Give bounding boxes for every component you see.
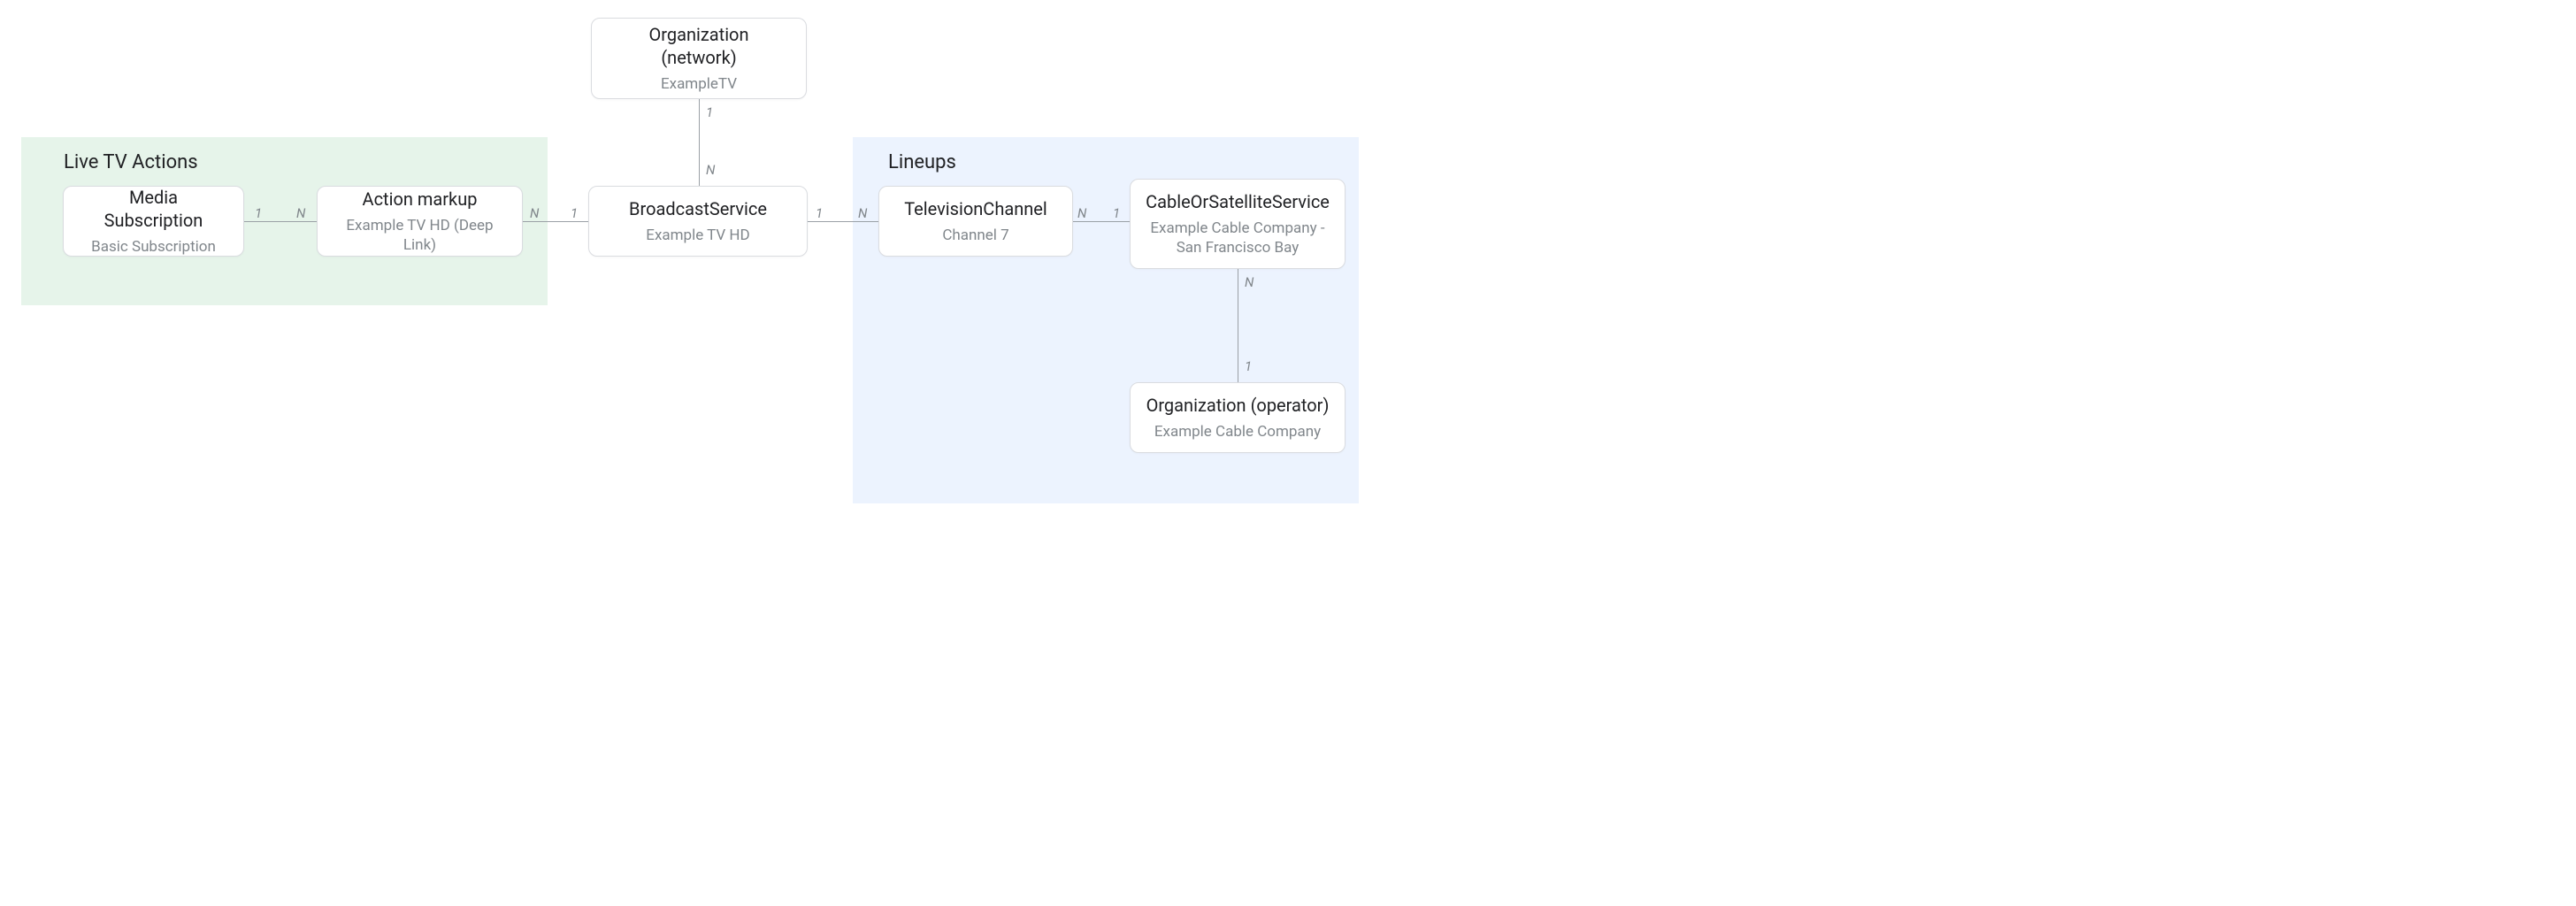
card-broadcast-channel-n: N — [858, 205, 867, 221]
box-sub-media: Basic Subscription — [91, 237, 216, 257]
card-org-broadcast-1: 1 — [706, 104, 713, 120]
box-title-operator: Organization (operator) — [1146, 394, 1330, 417]
box-sub-action: Example TV HD (Deep Link) — [332, 216, 508, 255]
region-title-lineups: Lineups — [888, 151, 956, 173]
box-broadcast-service: BroadcastService Example TV HD — [588, 186, 808, 257]
region-title-live: Live TV Actions — [64, 151, 198, 173]
card-org-broadcast-n: N — [706, 162, 715, 178]
card-action-broadcast-n: N — [530, 205, 539, 221]
card-media-action-1: 1 — [255, 205, 262, 221]
box-title-media: Media Subscription — [78, 186, 229, 232]
box-action-markup: Action markup Example TV HD (Deep Link) — [317, 186, 523, 257]
card-broadcast-channel-1: 1 — [816, 205, 823, 221]
card-action-broadcast-1: 1 — [571, 205, 578, 221]
box-title-broadcast: BroadcastService — [629, 197, 767, 220]
connector-org-broadcast — [699, 99, 700, 186]
card-cable-operator-n: N — [1245, 274, 1254, 290]
box-title-channel: TelevisionChannel — [904, 197, 1047, 220]
card-cable-operator-1: 1 — [1245, 358, 1252, 374]
box-cable-satellite-service: CableOrSatelliteService Example Cable Co… — [1130, 179, 1346, 269]
box-sub-cable: Example Cable Company - San Francisco Ba… — [1145, 219, 1330, 257]
box-organization-network: Organization(network) ExampleTV — [591, 18, 807, 99]
box-organization-operator: Organization (operator) Example Cable Co… — [1130, 382, 1346, 453]
card-channel-cable-n: N — [1077, 205, 1086, 221]
connector-action-broadcast — [523, 221, 588, 222]
box-sub-channel: Channel 7 — [942, 226, 1008, 245]
box-sub-broadcast: Example TV HD — [646, 226, 749, 245]
box-title-action: Action markup — [363, 188, 478, 211]
box-sub-org-network: ExampleTV — [661, 74, 737, 94]
box-title-org-network: Organization(network) — [648, 23, 748, 69]
box-sub-operator: Example Cable Company — [1154, 422, 1321, 441]
box-television-channel: TelevisionChannel Channel 7 — [878, 186, 1073, 257]
card-media-action-n: N — [296, 205, 305, 221]
connector-broadcast-channel — [808, 221, 878, 222]
box-media-subscription: Media Subscription Basic Subscription — [63, 186, 244, 257]
connector-media-action — [244, 221, 317, 222]
connector-channel-cable — [1073, 221, 1130, 222]
card-channel-cable-1: 1 — [1113, 205, 1120, 221]
diagram-canvas: Live TV Actions Lineups 1 N 1 N N 1 1 N … — [0, 0, 1380, 513]
box-title-cable: CableOrSatelliteService — [1146, 190, 1330, 213]
